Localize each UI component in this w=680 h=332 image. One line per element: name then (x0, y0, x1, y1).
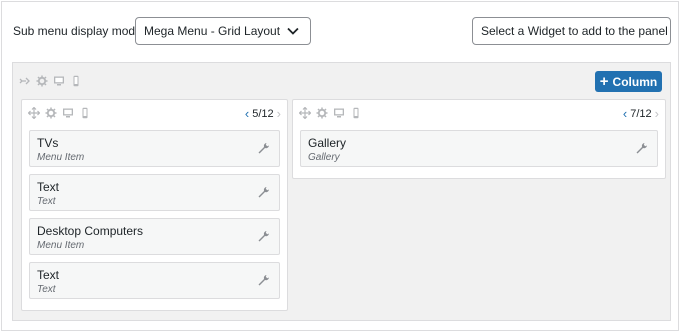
mobile-icon[interactable] (70, 75, 82, 87)
list-item[interactable]: TVs Menu Item (29, 130, 280, 167)
column-span-value: 5/12 (252, 107, 274, 120)
item-type: Text (37, 284, 56, 295)
gear-icon[interactable] (45, 107, 57, 119)
submenu-mode-select[interactable]: Mega Menu - Grid Layout (135, 17, 311, 45)
wrench-icon[interactable] (257, 186, 270, 199)
chevron-right-icon[interactable]: › (655, 107, 659, 120)
add-column-label: Column (612, 74, 658, 89)
mega-menu-panel: + Column ‹ 5/12 › TVs Menu Item Text Tex… (12, 62, 671, 321)
item-type: Menu Item (37, 240, 85, 251)
wrench-icon[interactable] (257, 230, 270, 243)
column-2: ‹ 7/12 › Gallery Gallery (292, 99, 666, 179)
column-span-control: ‹ 7/12 › (623, 107, 659, 120)
column-toolbar (28, 107, 91, 119)
chevron-left-icon[interactable]: ‹ (623, 107, 627, 120)
list-item[interactable]: Gallery Gallery (300, 130, 658, 167)
wrench-icon[interactable] (635, 142, 648, 155)
chevron-down-icon (287, 27, 299, 35)
column-span-value: 7/12 (630, 107, 652, 120)
mega-menu-settings: Sub menu display mode Mega Menu - Grid L… (1, 1, 679, 331)
gear-icon[interactable] (316, 107, 328, 119)
chevron-right-icon[interactable]: › (277, 107, 281, 120)
item-title: TVs (37, 136, 59, 150)
move-icon[interactable] (299, 107, 311, 119)
submenu-mode-label: Sub menu display mode (13, 24, 142, 38)
item-title: Text (37, 180, 60, 194)
item-type: Gallery (308, 152, 340, 163)
item-type: Text (37, 196, 56, 207)
list-item[interactable]: Text Text (29, 262, 280, 299)
column-toolbar (299, 107, 362, 119)
panel-toolbar (19, 75, 82, 87)
desktop-icon[interactable] (53, 75, 65, 87)
column-1: ‹ 5/12 › TVs Menu Item Text Text Desktop… (21, 99, 288, 311)
move-icon[interactable] (19, 75, 31, 87)
list-item[interactable]: Desktop Computers Menu Item (29, 218, 280, 255)
wrench-icon[interactable] (257, 274, 270, 287)
add-column-button[interactable]: + Column (595, 71, 662, 92)
submenu-mode-value: Mega Menu - Grid Layout (144, 24, 281, 38)
move-icon[interactable] (28, 107, 40, 119)
plus-icon: + (599, 73, 609, 90)
gear-icon[interactable] (36, 75, 48, 87)
mobile-icon[interactable] (79, 107, 91, 119)
widget-select-placeholder: Select a Widget to add to the panel (481, 24, 668, 38)
column-span-control: ‹ 5/12 › (245, 107, 281, 120)
item-title: Gallery (308, 136, 347, 150)
item-type: Menu Item (37, 152, 85, 163)
item-title: Desktop Computers (37, 224, 144, 238)
chevron-left-icon[interactable]: ‹ (245, 107, 249, 120)
mobile-icon[interactable] (350, 107, 362, 119)
list-item[interactable]: Text Text (29, 174, 280, 211)
desktop-icon[interactable] (62, 107, 74, 119)
widget-select[interactable]: Select a Widget to add to the panel (472, 17, 671, 45)
item-title: Text (37, 268, 60, 282)
wrench-icon[interactable] (257, 142, 270, 155)
desktop-icon[interactable] (333, 107, 345, 119)
